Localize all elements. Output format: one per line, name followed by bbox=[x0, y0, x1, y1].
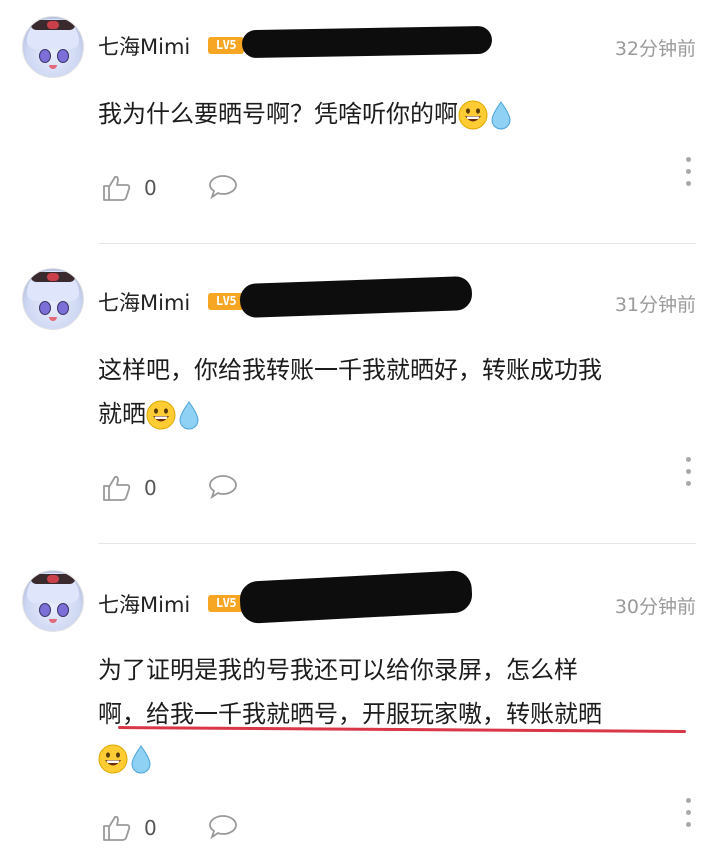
username[interactable]: 七海Mimi bbox=[98, 287, 190, 317]
speech-bubble-icon[interactable] bbox=[208, 174, 238, 200]
more-vertical-icon[interactable] bbox=[686, 157, 692, 187]
redaction-mark bbox=[239, 569, 473, 625]
more-vertical-icon[interactable] bbox=[686, 457, 692, 487]
avatar[interactable] bbox=[22, 570, 84, 632]
more-vertical-icon[interactable] bbox=[686, 798, 692, 828]
comment-text: 我为什么要晒号啊？凭啥听你的啊 bbox=[98, 92, 698, 136]
comment-1: 七海Mimi LV5 32分钟前 我为什么要晒号啊？凭啥听你的啊 0 bbox=[0, 0, 720, 244]
comment-2: 七海Mimi LV5 31分钟前 这样吧，你给我转账一千我就晒好，转账成功我 就… bbox=[0, 244, 720, 544]
grinning-face-emoji bbox=[146, 400, 176, 430]
redaction-mark bbox=[239, 275, 473, 319]
thumbs-up-icon[interactable] bbox=[102, 814, 132, 842]
level-badge: LV5 bbox=[208, 293, 244, 310]
speech-bubble-icon[interactable] bbox=[208, 474, 238, 500]
like-count: 0 bbox=[144, 176, 157, 200]
thumbs-up-icon[interactable] bbox=[102, 474, 132, 502]
timestamp: 32分钟前 bbox=[614, 38, 696, 60]
username[interactable]: 七海Mimi bbox=[98, 31, 190, 61]
comment-text: 为了证明是我的号我还可以给你录屏，怎么样 啊，给我一千我就晒号，开服玩家嗷，转账… bbox=[98, 648, 698, 780]
comment-text-line-2: 就晒 bbox=[98, 400, 146, 428]
droplet-emoji bbox=[131, 745, 151, 774]
comment-text: 这样吧，你给我转账一千我就晒好，转账成功我 就晒 bbox=[98, 348, 698, 436]
comment-text-line-1: 我为什么要晒号啊？凭啥听你的啊 bbox=[98, 100, 458, 128]
level-badge: LV5 bbox=[208, 595, 244, 612]
username[interactable]: 七海Mimi bbox=[98, 589, 190, 619]
comment-3: 七海Mimi LV5 30分钟前 为了证明是我的号我还可以给你录屏，怎么样 啊，… bbox=[0, 544, 720, 849]
timestamp: 30分钟前 bbox=[614, 596, 696, 618]
droplet-emoji bbox=[179, 401, 199, 430]
redaction-mark bbox=[241, 25, 493, 59]
grinning-face-emoji bbox=[98, 744, 128, 774]
speech-bubble-icon[interactable] bbox=[208, 814, 238, 840]
grinning-face-emoji bbox=[458, 100, 488, 130]
like-count: 0 bbox=[144, 816, 157, 840]
timestamp: 31分钟前 bbox=[614, 294, 696, 316]
like-count: 0 bbox=[144, 476, 157, 500]
droplet-emoji bbox=[491, 101, 511, 130]
comment-text-line-1: 为了证明是我的号我还可以给你录屏，怎么样 bbox=[98, 656, 578, 684]
level-badge: LV5 bbox=[208, 37, 244, 54]
thumbs-up-icon[interactable] bbox=[102, 174, 132, 202]
avatar[interactable] bbox=[22, 268, 84, 330]
avatar[interactable] bbox=[22, 16, 84, 78]
comment-text-line-1: 这样吧，你给我转账一千我就晒好，转账成功我 bbox=[98, 356, 602, 384]
